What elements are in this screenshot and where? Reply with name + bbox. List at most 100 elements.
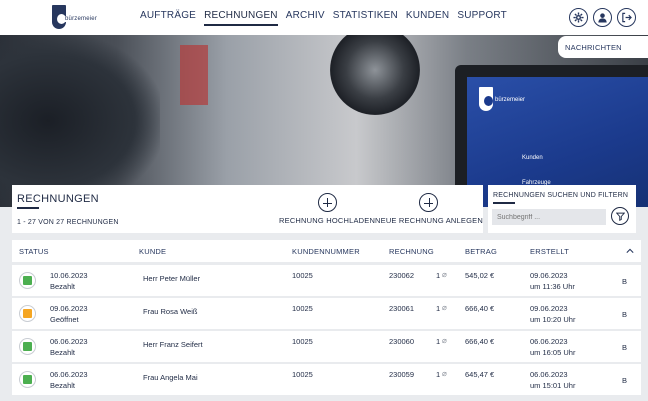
- row-invoice: 230062: [389, 271, 415, 280]
- invoice-count: 1 - 27 VON 27 RECHNUNGEN: [17, 219, 119, 226]
- new-invoice-label: NEUE RECHNUNG ANLEGEN: [375, 216, 483, 225]
- nav-kunden[interactable]: KUNDEN: [406, 10, 449, 26]
- column-status[interactable]: STATUS: [19, 247, 49, 256]
- column-kunde[interactable]: KUNDE: [139, 247, 166, 256]
- upload-invoice-button[interactable]: RECHNUNG HOCHLADEN: [279, 193, 375, 225]
- invoices-panel: RECHNUNGEN 1 - 27 VON 27 RECHNUNGEN RECH…: [12, 185, 483, 233]
- row-date: 06.06.2023: [50, 337, 88, 346]
- filter-button[interactable]: [611, 207, 629, 225]
- new-invoice-button[interactable]: NEUE RECHNUNG ANLEGEN: [375, 193, 483, 225]
- logo-text: bürzemeier: [64, 16, 99, 22]
- title-underline: [17, 207, 39, 209]
- settings-button[interactable]: [569, 8, 588, 27]
- row-amount: 666,40 €: [465, 304, 495, 313]
- upload-invoice-label: RECHNUNG HOCHLADEN: [279, 216, 376, 225]
- paperclip-icon[interactable]: ⌀: [442, 336, 447, 345]
- status-icon: [19, 272, 36, 289]
- brand-logo[interactable]: bürzemeier: [52, 5, 99, 29]
- table-row[interactable]: 06.06.2023 Bezahlt Frau Angela Mai 10025…: [12, 364, 641, 395]
- row-invoice: 230059: [389, 370, 415, 379]
- row-customer: Herr Peter Müller: [143, 274, 201, 283]
- column-betrag[interactable]: BETRAG: [465, 247, 497, 256]
- paperclip-icon[interactable]: ⌀: [442, 369, 447, 378]
- row-customer: Frau Rosa Weiß: [143, 307, 198, 316]
- column-erstellt[interactable]: ERSTELLT: [530, 247, 569, 256]
- search-input[interactable]: [492, 209, 606, 225]
- row-amount: 666,40 €: [465, 337, 495, 346]
- status-icon: [19, 338, 36, 355]
- row-attachments: 1: [436, 304, 441, 313]
- row-action[interactable]: B: [622, 277, 627, 286]
- screen-row-kunden: Kunden: [522, 155, 543, 161]
- row-attachments: 1: [436, 337, 441, 346]
- gear-icon: [573, 12, 584, 23]
- status-icon: [19, 305, 36, 322]
- row-customer: Herr Franz Seifert: [143, 340, 203, 349]
- row-date: 06.06.2023: [50, 370, 88, 379]
- invoice-table: STATUS KUNDE KUNDENNUMMER RECHNUNG BETRA…: [12, 240, 641, 401]
- profile-button[interactable]: [593, 8, 612, 27]
- nav-auftraege[interactable]: AUFTRÄGE: [140, 10, 196, 26]
- search-title: RECHNUNGEN SUCHEN UND FILTERN: [493, 192, 629, 199]
- row-action[interactable]: B: [622, 376, 627, 385]
- row-date: 09.06.2023: [50, 304, 88, 313]
- nav-rechnungen[interactable]: RECHNUNGEN: [204, 10, 278, 26]
- paperclip-icon[interactable]: ⌀: [442, 303, 447, 312]
- row-created-time: um 10:20 Uhr: [530, 315, 576, 324]
- status-icon: [19, 371, 36, 388]
- table-row[interactable]: 10.06.2023 Bezahlt Herr Peter Müller 100…: [12, 265, 641, 296]
- row-status: Bezahlt: [50, 381, 76, 390]
- search-panel: RECHNUNGEN SUCHEN UND FILTERN: [488, 185, 636, 233]
- row-customer-no: 10025: [292, 271, 313, 280]
- table-header: STATUS KUNDE KUNDENNUMMER RECHNUNG BETRA…: [12, 240, 641, 262]
- row-amount: 645,47 €: [465, 370, 495, 379]
- plus-icon: [419, 193, 439, 212]
- row-created-time: um 15:01 Uhr: [530, 381, 576, 390]
- column-rechnung[interactable]: RECHNUNG: [389, 247, 434, 256]
- column-kundennummer[interactable]: KUNDENNUMMER: [292, 247, 360, 256]
- user-icon: [598, 13, 607, 23]
- nav-archiv[interactable]: ARCHIV: [286, 10, 325, 26]
- plus-icon: [317, 193, 337, 212]
- hero-car-shadow: [0, 35, 160, 207]
- table-row[interactable]: 06.06.2023 Bezahlt Herr Franz Seifert 10…: [12, 331, 641, 362]
- row-invoice: 230060: [389, 337, 415, 346]
- hero-tire: [330, 35, 420, 115]
- row-date: 10.06.2023: [50, 271, 88, 280]
- chevron-up-icon[interactable]: [626, 247, 634, 255]
- row-status: Geöffnet: [50, 315, 79, 324]
- logout-button[interactable]: [617, 8, 636, 27]
- row-amount: 545,02 €: [465, 271, 495, 280]
- row-customer-no: 10025: [292, 304, 313, 313]
- row-customer-no: 10025: [292, 370, 313, 379]
- row-customer-no: 10025: [292, 337, 313, 346]
- page-title: RECHNUNGEN: [17, 193, 99, 205]
- nav-statistiken[interactable]: STATISTIKEN: [333, 10, 398, 26]
- hero-banner: bürzemeier Kunden Fahrzeuge: [0, 35, 648, 207]
- screen-logo-mark: [479, 87, 493, 111]
- row-attachments: 1: [436, 370, 441, 379]
- nav-support[interactable]: SUPPORT: [457, 10, 507, 26]
- row-status: Bezahlt: [50, 348, 76, 357]
- screen-logo-text: bürzemeier: [495, 97, 526, 103]
- messages-tab[interactable]: NACHRICHTEN: [558, 36, 648, 58]
- row-created-time: um 16:05 Uhr: [530, 348, 576, 357]
- row-action[interactable]: B: [622, 310, 627, 319]
- row-created-time: um 11:36 Uhr: [530, 282, 575, 291]
- logout-icon: [622, 12, 632, 23]
- row-status: Bezahlt: [50, 282, 76, 291]
- row-customer: Frau Angela Mai: [143, 373, 198, 382]
- paperclip-icon[interactable]: ⌀: [442, 270, 447, 279]
- table-row[interactable]: 09.06.2023 Geöffnet Frau Rosa Weiß 10025…: [12, 298, 641, 329]
- search-title-underline: [493, 202, 515, 204]
- row-created-date: 09.06.2023: [530, 304, 568, 313]
- filter-icon: [615, 212, 625, 221]
- row-created-date: 06.06.2023: [530, 370, 568, 379]
- row-action[interactable]: B: [622, 343, 627, 352]
- hero-red-detail: [180, 45, 208, 105]
- row-attachments: 1: [436, 271, 441, 280]
- row-created-date: 06.06.2023: [530, 337, 568, 346]
- main-nav: AUFTRÄGE RECHNUNGEN ARCHIV STATISTIKEN K…: [140, 10, 507, 26]
- row-invoice: 230061: [389, 304, 415, 313]
- row-created-date: 09.06.2023: [530, 271, 568, 280]
